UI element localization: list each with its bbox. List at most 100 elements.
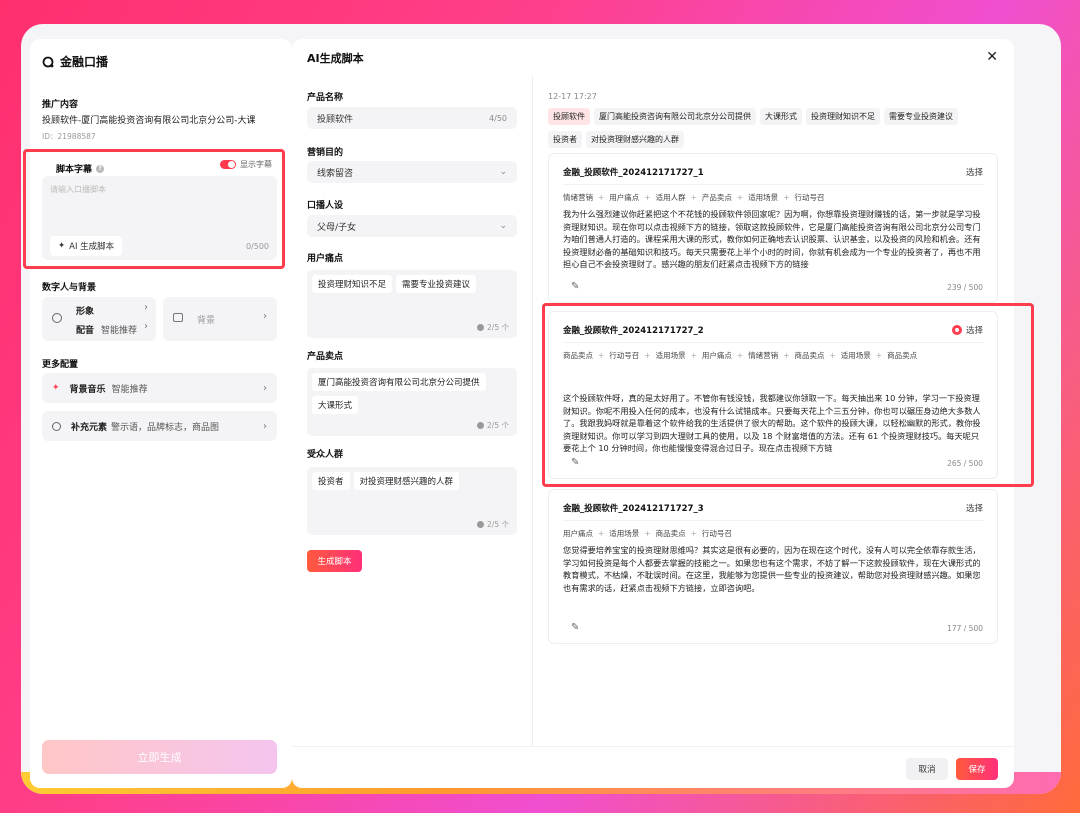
chevron-down-icon: ⌄ [499,167,507,177]
promo-title: 投顾软件-厦门高能投资咨询有限公司北京分公司-大课 [42,116,256,126]
result-tag: 适用场景 [748,193,779,202]
app-title: 金融口播 [60,55,109,69]
persona-value: 父母/子女 [317,222,357,233]
clear-icon[interactable] [477,324,485,331]
cancel-button[interactable]: 取消 [906,758,948,780]
script-label-text: 脚本字幕 [56,165,93,175]
selected-highlight-frame [542,303,1034,487]
tag: 对投资理财感兴趣的人群 [586,131,684,148]
tag: 大课形式 [760,108,802,125]
music-pin-icon: ✦ [52,383,60,393]
result-tag: 用户痛点 [563,529,593,538]
tag: 厦门高能投资咨询有限公司北京分公司提供 [594,108,756,125]
pain-count: 2/5 个 [477,322,509,333]
script-textarea[interactable]: 请输入口播脚本 ✦ AI 生成脚本 0/500 [42,176,277,260]
extra-elements-row[interactable]: 补充元素 警示语，品牌标志，商品图 › [42,411,277,441]
toggle-label: 显示字幕 [240,160,272,169]
select-option[interactable]: 选择 [966,502,983,514]
divider [563,520,983,521]
select-option[interactable]: 选择 [966,166,983,178]
chip[interactable]: 大课形式 [312,396,359,414]
chip[interactable]: 投资者 [312,472,350,490]
purpose-label: 营销目的 [307,148,344,158]
ai-button-label: AI 生成脚本 [69,242,115,252]
input-tags: 投顾软件 厦门高能投资咨询有限公司北京分公司提供 大课形式 投资理财知识不足 需要专业投… [548,108,998,154]
select-label: 选择 [965,504,983,514]
voice-value: 智能推荐 [101,326,138,336]
app-brand: 金融口播 [42,53,108,70]
ai-generate-script-button[interactable]: ✦ AI 生成脚本 [50,236,123,256]
chip[interactable]: 需要专业投资建议 [396,275,477,293]
bg-music-row[interactable]: ✦ 背景音乐 智能推荐 › [42,373,277,403]
chevron-right-icon: › [263,382,267,394]
edit-icon[interactable]: ✎ [571,622,579,633]
clear-icon[interactable] [477,521,485,528]
audience-chip-area[interactable]: 投资者 对投资理财感兴趣的人群 2/5 个 [307,467,517,535]
result-tag: 行动号召 [794,193,825,202]
result-name: 金融_投顾软件_202412171727_1 [563,168,704,178]
background-label: 背景 [197,316,216,326]
voice-label: 配音 [76,326,95,336]
clear-icon[interactable] [477,422,485,429]
chevron-right-icon: › [144,321,148,332]
result-tag: 产品卖点 [701,193,732,202]
result-body: 我为什么强烈建议你赶紧把这个不花钱的投顾软件领回家呢？因为啊，你想靠投资理财赚钱… [563,209,981,269]
promo-content[interactable]: 投顾软件-厦门高能投资咨询有限公司北京分公司-大课 ID：21988587 [42,113,277,145]
toggle-switch[interactable] [220,160,236,169]
product-name-value: 投顾软件 [317,114,354,125]
purpose-value: 线索留咨 [317,168,354,179]
result-name: 金融_投顾软件_202412171727_3 [563,504,704,514]
purpose-select[interactable]: 线索留咨 ⌄ [307,161,517,183]
chip[interactable]: 厦门高能投资咨询有限公司北京分公司提供 [312,373,486,391]
pain-chip-area[interactable]: 投资理财知识不足 需要专业投资建议 2/5 个 [307,270,517,338]
save-button[interactable]: 保存 [956,758,998,780]
pain-label: 用户痛点 [307,254,344,264]
result-char-count: 177 / 500 [947,624,983,633]
chevron-right-icon: › [263,420,267,432]
selling-chip-area[interactable]: 厦门高能投资咨询有限公司北京分公司提供大课形式 2/5 个 [307,368,517,436]
chip[interactable]: 对投资理财感兴趣的人群 [353,472,460,490]
chevron-right-icon: › [144,302,148,313]
result-tag: 行动号召 [701,529,732,538]
tag: 投资者 [548,131,582,148]
selling-count-text: 2/5 个 [487,421,509,430]
product-name-count: 4/50 [489,113,507,123]
chevron-right-icon: › [263,311,267,322]
result-tags: 用户痛点 + 适用场景 + 商品卖点 + 行动号召 [563,529,732,538]
result-body: 您觉得要培养宝宝的投资理财思维吗？其实这是很有必要的，因为在现在这个时代，没有人… [563,545,981,593]
chevron-down-icon: ⌄ [499,221,507,231]
result-tags: 情绪营销 + 用户痛点 + 适用人群 + 产品卖点 + 适用场景 + 行动号召 [563,193,825,202]
audience-count-text: 2/5 个 [487,520,509,529]
music-value: 智能推荐 [111,384,148,395]
script-section-title: 脚本字幕 ? [56,162,105,175]
avatar-voice-card[interactable]: 形象 › 配音 智能推荐 › [42,297,156,341]
edit-icon[interactable]: ✎ [571,281,579,292]
select-label: 选择 [965,168,983,178]
promo-section-title: 推广内容 [42,100,79,110]
selling-count: 2/5 个 [477,420,509,431]
generate-now-button[interactable]: 立即生成 [42,740,277,774]
result-date: 12-17 17:27 [548,92,597,101]
modal-title: AI生成脚本 [307,52,364,65]
info-icon: ? [96,164,105,173]
brand-logo-icon [42,56,54,67]
subtitle-toggle[interactable]: 显示字幕 [220,159,272,170]
more-section-title: 更多配置 [42,360,79,370]
close-icon[interactable]: ✕ [986,49,998,65]
product-name-input[interactable]: 投顾软件 4/50 [307,107,517,129]
result-tag: 适用场景 [609,529,640,538]
script-char-count: 0/500 [245,242,269,251]
chip[interactable]: 投资理财知识不足 [312,275,393,293]
generate-script-button[interactable]: 生成脚本 [307,550,362,572]
result-card[interactable]: 金融_投顾软件_202412171727_1 选择 情绪营销 + 用户痛点 + 适用人群… [548,153,998,303]
background-card[interactable]: 背景 › [163,297,277,341]
result-tag: 适用人群 [655,193,686,202]
result-tag: 情绪营销 [563,193,593,202]
result-card[interactable]: 金融_投顾软件_202412171727_3 选择 用户痛点 + 适用场景 + 商品卖点… [548,489,998,644]
tag: 投顾软件 [548,108,590,125]
persona-select[interactable]: 父母/子女 ⌄ [307,215,517,237]
result-char-count: 239 / 500 [947,283,983,292]
script-placeholder: 请输入口播脚本 [50,185,106,194]
audience-count: 2/5 个 [477,519,509,530]
user-circle-icon [52,313,62,323]
